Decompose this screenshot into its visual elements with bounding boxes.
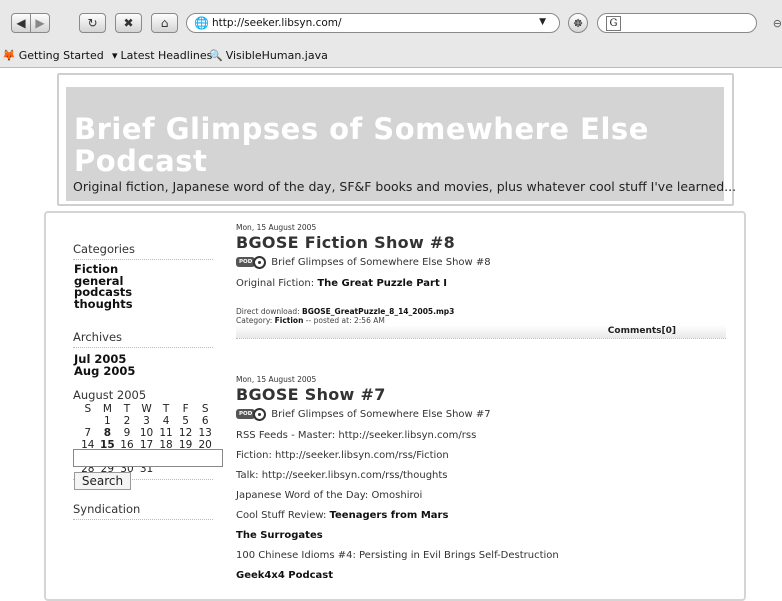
post-fiction-line: Original Fiction: The Great Puzzle Part …	[236, 278, 447, 289]
podcast-row: POD Brief Glimpses of Somewhere Else Sho…	[236, 255, 726, 269]
forward-button[interactable]: ▶	[30, 13, 50, 33]
weekday: S	[84, 403, 92, 415]
banner: Brief Glimpses of Somewhere Else Podcast…	[66, 87, 736, 201]
weekday: F	[182, 403, 189, 415]
calendar-day: 5	[182, 415, 189, 427]
search-button[interactable]: Search	[74, 472, 131, 490]
calendar-week: 7 8 9 10 11 12 13	[78, 427, 215, 439]
calendar-day: 11	[159, 427, 173, 439]
category-link-thoughts[interactable]: thoughts	[74, 298, 133, 311]
magnifier-icon: 🔍	[209, 49, 223, 62]
post-line-rss-master: RSS Feeds - Master: http://seeker.libsyn…	[236, 430, 477, 441]
podcast-text: Brief Glimpses of Somewhere Else Show #8	[271, 256, 491, 268]
post-line-idioms: 100 Chinese Idioms #4: Persisting in Evi…	[236, 550, 559, 561]
search-engine-icon[interactable]: G	[606, 16, 621, 31]
post-fiction-show-8: Mon, 15 August 2005 BGOSE Fiction Show #…	[236, 223, 726, 339]
podcast-icon[interactable]: POD	[236, 255, 267, 269]
url-text[interactable]: http://seeker.libsyn.com/	[212, 17, 342, 29]
podcast-row: POD Brief Glimpses of Somewhere Else Sho…	[236, 407, 726, 421]
comments-bar: Comments[0]	[236, 325, 726, 339]
calendar-day: 1	[104, 415, 111, 427]
toolbar-overflow-icon[interactable]: ⊖	[773, 17, 782, 30]
categories-heading: Categories	[73, 242, 213, 260]
fiction-title: The Great Puzzle Part I	[317, 278, 447, 289]
calendar-day: 3	[143, 415, 150, 427]
archives-list: Jul 2005 Aug 2005	[74, 353, 135, 378]
podcast-text: Brief Glimpses of Somewhere Else Show #7	[271, 408, 491, 420]
browser-toolbar: ◀ ▶ ↻ ✖ ⌂ 🌐 http://seeker.libsyn.com/ ▼ …	[0, 0, 782, 44]
post-category-line: Category: Fiction -- posted at: 2:56 AM	[236, 316, 385, 325]
bookmark-label: Latest Headlines	[120, 49, 213, 62]
home-button[interactable]: ⌂	[151, 13, 178, 33]
categories-list: Fiction general podcasts thoughts	[74, 263, 133, 311]
site-globe-icon: 🌐	[194, 16, 209, 30]
post-title[interactable]: BGOSE Show #7	[236, 385, 726, 404]
reload-icon: ↻	[87, 16, 98, 30]
back-arrow-icon: ◀	[16, 16, 26, 30]
comments-link[interactable]: Comments[0]	[608, 326, 676, 336]
feed-button[interactable]: ☸	[568, 13, 588, 33]
bookmarks-bar: 🦊 Getting Started ▾ Latest Headlines 🔍 V…	[0, 44, 782, 68]
site-title[interactable]: Brief Glimpses of Somewhere Else Podcast	[74, 113, 714, 177]
weekday: T	[162, 403, 170, 415]
back-button[interactable]: ◀	[11, 13, 31, 33]
bookmark-label: Getting Started	[18, 49, 104, 62]
dropdown-arrow-icon: ▾	[112, 49, 118, 62]
syndication-heading: Syndication	[73, 502, 213, 520]
post-line-review: Cool Stuff Review: Teenagers from Mars	[236, 510, 449, 521]
calendar-title: August 2005	[73, 388, 147, 402]
archives-heading: Archives	[73, 330, 213, 348]
banner-frame: Brief Glimpses of Somewhere Else Podcast…	[57, 73, 736, 206]
calendar-day: 6	[201, 415, 209, 427]
calendar-empty-cell	[78, 415, 98, 427]
calendar-day: 12	[178, 427, 193, 439]
search-bar[interactable]: G	[597, 13, 757, 33]
review-title: Teenagers from Mars	[329, 510, 449, 521]
calendar-week: 123456	[78, 415, 215, 427]
weekday: S	[201, 403, 209, 415]
calendar-day: 7	[84, 427, 92, 439]
calendar-day: 9	[123, 427, 131, 439]
post-line-rss-fiction: Fiction: http://seeker.libsyn.com/rss/Fi…	[236, 450, 449, 461]
weekday: T	[123, 403, 131, 415]
post-line-japanese-word: Japanese Word of the Day: Omoshiroi	[236, 490, 423, 501]
calendar-weekdays: S M T W T F S	[78, 403, 215, 415]
calendar-day: 10	[139, 427, 154, 439]
calendar-day[interactable]: 8	[98, 427, 118, 439]
calendar-day: 13	[198, 427, 212, 439]
bookmark-visiblehuman[interactable]: 🔍 VisibleHuman.java	[209, 49, 328, 62]
calendar-day: 2	[123, 415, 131, 427]
post-date: Mon, 15 August 2005	[236, 375, 317, 384]
post-line-geek: Geek4x4 Podcast	[236, 570, 334, 581]
feed-icon: ☸	[573, 17, 583, 30]
post-download-line: Direct download: BGOSE_GreatPuzzle_8_14_…	[236, 307, 455, 316]
bookmark-latest-headlines[interactable]: ▾ Latest Headlines	[112, 49, 212, 62]
firefox-icon: 🦊	[2, 49, 16, 62]
address-bar[interactable]: 🌐 http://seeker.libsyn.com/ ▼	[186, 13, 560, 33]
stop-button[interactable]: ✖	[115, 13, 142, 33]
post-show-7: Mon, 15 August 2005 BGOSE Show #7 POD Br…	[236, 375, 726, 581]
post-line-rss-talk: Talk: http://seeker.libsyn.com/rss/thoug…	[236, 470, 448, 481]
bookmark-label: VisibleHuman.java	[225, 49, 328, 62]
site-tagline: Original fiction, Japanese word of the d…	[73, 179, 737, 194]
calendar-day: 4	[162, 415, 170, 427]
post-line-surrogates: The Surrogates	[236, 530, 323, 541]
sidebar-search-input[interactable]	[73, 449, 223, 467]
archive-link-aug-2005[interactable]: Aug 2005	[74, 365, 135, 378]
weekday: M	[102, 403, 112, 415]
post-date: Mon, 15 August 2005	[236, 223, 317, 232]
reload-button[interactable]: ↻	[79, 13, 106, 33]
stop-icon: ✖	[123, 16, 134, 30]
bookmark-getting-started[interactable]: 🦊 Getting Started	[2, 49, 104, 62]
url-dropdown-icon[interactable]: ▼	[539, 17, 546, 27]
weekday: W	[141, 403, 152, 415]
forward-arrow-icon: ▶	[35, 16, 45, 30]
post-title[interactable]: BGOSE Fiction Show #8	[236, 233, 726, 252]
home-icon: ⌂	[160, 16, 169, 30]
download-link[interactable]: BGOSE_GreatPuzzle_8_14_2005.mp3	[302, 307, 454, 316]
podcast-icon[interactable]: POD	[236, 407, 267, 421]
category-link[interactable]: Fiction	[275, 316, 304, 325]
